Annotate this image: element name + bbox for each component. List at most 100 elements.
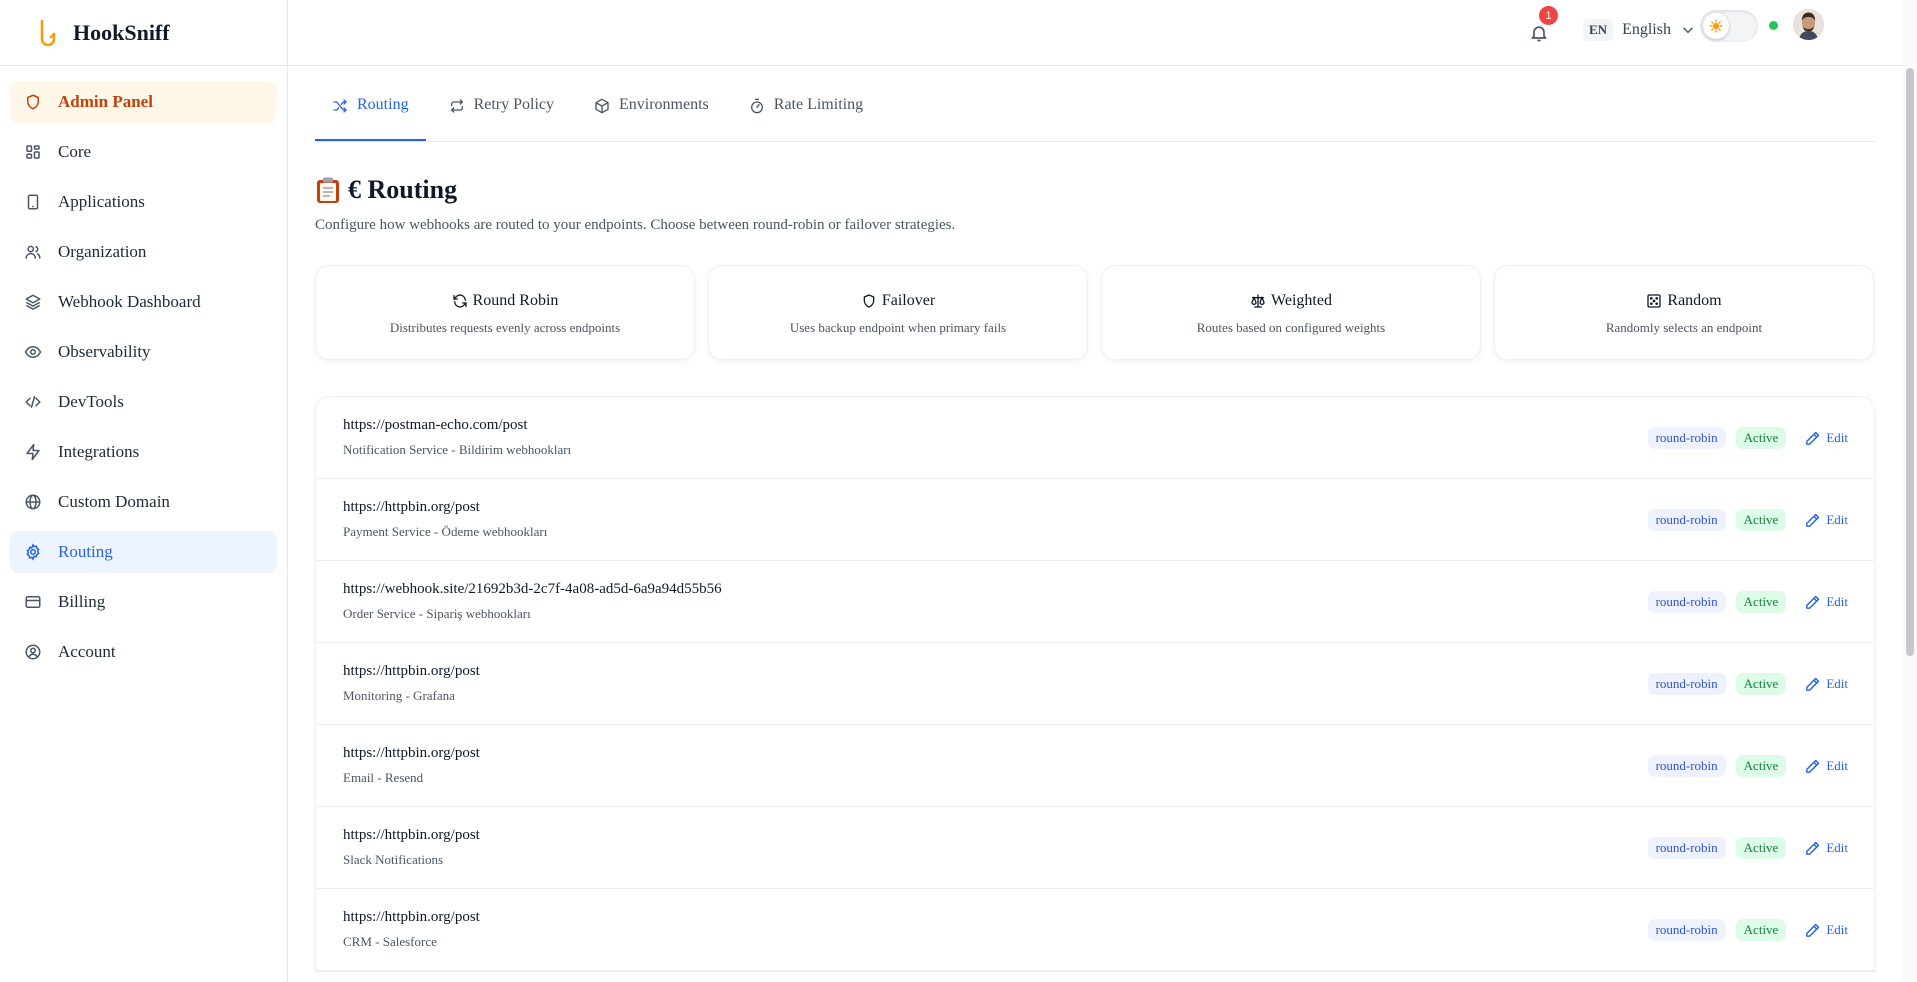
phone-icon: [27, 194, 39, 210]
tab-rate-limiting[interactable]: Rate Limiting: [732, 93, 880, 141]
sidebar-item-billing[interactable]: Billing: [10, 581, 277, 623]
tab-label: Retry Policy: [473, 96, 554, 113]
edit-button[interactable]: Edit: [1804, 922, 1848, 939]
sidebar-item-devtools[interactable]: DevTools: [10, 381, 277, 423]
sidebar-item-custom-domain[interactable]: Custom Domain: [10, 481, 277, 523]
user-avatar-icon: [1793, 9, 1824, 40]
sidebar-item-label: Organization: [58, 242, 147, 261]
strategy-card-round-robin[interactable]: Round Robin Distributes requests evenly …: [315, 265, 695, 360]
edit-label: Edit: [1826, 512, 1848, 527]
edit-button[interactable]: Edit: [1804, 676, 1848, 693]
clipboard-icon: [317, 177, 339, 203]
sidebar-item-account[interactable]: Account: [10, 631, 277, 673]
theme-toggle[interactable]: [1700, 10, 1758, 42]
main-content: Routing Retry Policy Environments Rate L…: [315, 66, 1875, 972]
notifications-button[interactable]: 1: [1523, 6, 1558, 49]
endpoint-name: Payment Service - Ödeme webhookları: [343, 524, 548, 539]
strategy-card-random[interactable]: Random Randomly selects an endpoint: [1494, 265, 1874, 360]
pencil-icon: [1806, 595, 1820, 609]
sidebar-item-applications[interactable]: Applications: [10, 181, 277, 223]
brand[interactable]: HookSniff: [0, 0, 287, 66]
language-selector[interactable]: EN English: [1583, 17, 1695, 43]
edit-button[interactable]: Edit: [1804, 758, 1848, 775]
status-badge: Active: [1735, 673, 1787, 695]
sun-icon: [1709, 19, 1723, 33]
code-icon: [25, 396, 41, 408]
endpoint-url: https://postman-echo.com/post: [343, 417, 528, 433]
tab-retry-policy[interactable]: Retry Policy: [432, 93, 571, 141]
pencil-icon: [1806, 759, 1820, 773]
eye-icon: [24, 345, 42, 359]
endpoint-name: Order Service - Sipariş webhookları: [343, 606, 531, 621]
bell-icon: [1531, 26, 1547, 42]
sidebar-item-label: Integrations: [58, 442, 140, 461]
edit-button[interactable]: Edit: [1804, 512, 1848, 529]
strategy-description: Distributes requests evenly across endpo…: [389, 320, 621, 335]
edit-button[interactable]: Edit: [1804, 840, 1848, 857]
sidebar-item-label: Routing: [58, 542, 113, 561]
sidebar-item-organization[interactable]: Organization: [10, 231, 277, 273]
status-badge: Active: [1735, 755, 1787, 777]
edit-label: Edit: [1826, 758, 1848, 773]
scale-icon: [1251, 294, 1265, 308]
endpoint-row: https://httpbin.org/post Monitoring - Gr…: [316, 643, 1874, 725]
language-label: English: [1622, 21, 1671, 38]
sidebar-item-label: Observability: [58, 342, 151, 361]
strategy-card-failover[interactable]: Failover Uses backup endpoint when prima…: [708, 265, 1088, 360]
sidebar-item-label: Applications: [58, 192, 145, 211]
strategy-badge: round-robin: [1647, 509, 1726, 531]
page-description: Configure how webhooks are routed to you…: [315, 217, 956, 233]
gear-icon: [26, 543, 40, 561]
edit-button[interactable]: Edit: [1804, 594, 1848, 611]
strategy-title: Round Robin: [472, 292, 559, 309]
sidebar-item-admin-panel[interactable]: Admin Panel: [10, 81, 277, 123]
sidebar-item-observability[interactable]: Observability: [10, 331, 277, 373]
layers-icon: [25, 294, 41, 310]
sidebar-item-label: Custom Domain: [58, 492, 170, 511]
status-badge: Active: [1735, 837, 1787, 859]
pencil-icon: [1806, 513, 1820, 527]
page-title-text: € Routing: [348, 175, 458, 204]
notification-badge: 1: [1539, 6, 1558, 25]
sidebar-item-webhook-dashboard[interactable]: Webhook Dashboard: [10, 281, 277, 323]
status-badge: Active: [1735, 591, 1787, 613]
page-scrollbar[interactable]: [1903, 0, 1917, 982]
settings-tabs: Routing Retry Policy Environments Rate L…: [315, 66, 1875, 142]
endpoint-name: Email - Resend: [343, 770, 424, 785]
strategy-badge: round-robin: [1647, 755, 1726, 777]
language-code: EN: [1583, 19, 1614, 41]
tab-label: Routing: [357, 96, 409, 113]
edit-label: Edit: [1826, 594, 1848, 609]
sidebar-item-label: Admin Panel: [58, 92, 153, 111]
status-badge: Active: [1735, 427, 1787, 449]
repeat-icon: [450, 99, 463, 113]
refresh-icon: [452, 294, 467, 308]
sidebar-item-label: Account: [58, 642, 116, 661]
sidebar-item-core[interactable]: Core: [10, 131, 277, 173]
edit-label: Edit: [1826, 676, 1848, 691]
endpoint-url: https://httpbin.org/post: [343, 663, 480, 679]
tab-environments[interactable]: Environments: [577, 93, 726, 141]
endpoint-name: Slack Notifications: [343, 852, 444, 867]
pencil-icon: [1806, 431, 1820, 445]
sidebar-item-label: Core: [58, 142, 92, 161]
strategy-card-weighted[interactable]: Weighted Routes based on configured weig…: [1101, 265, 1481, 360]
globe-icon: [25, 494, 41, 510]
sidebar-item-label: DevTools: [58, 392, 124, 411]
tab-routing[interactable]: Routing: [315, 93, 426, 141]
endpoint-name: Monitoring - Grafana: [343, 688, 455, 703]
strategy-badge: round-robin: [1647, 919, 1726, 941]
sidebar: HookSniff Admin Panel Core Applications …: [0, 0, 288, 982]
sidebar-nav: Admin Panel Core Applications Organizati…: [0, 66, 287, 673]
sidebar-item-integrations[interactable]: Integrations: [10, 431, 277, 473]
scrollbar-thumb[interactable]: [1906, 68, 1914, 656]
box-icon: [595, 98, 609, 114]
sidebar-item-routing[interactable]: Routing: [10, 531, 277, 573]
strategy-description: Uses backup endpoint when primary fails: [789, 320, 1007, 335]
strategy-description: Randomly selects an endpoint: [1605, 320, 1763, 335]
endpoint-row: https://httpbin.org/post Payment Service…: [316, 479, 1874, 561]
avatar[interactable]: [1793, 9, 1824, 40]
edit-button[interactable]: Edit: [1804, 430, 1848, 447]
online-status-dot: [1769, 21, 1778, 30]
strategy-badge: round-robin: [1647, 673, 1726, 695]
